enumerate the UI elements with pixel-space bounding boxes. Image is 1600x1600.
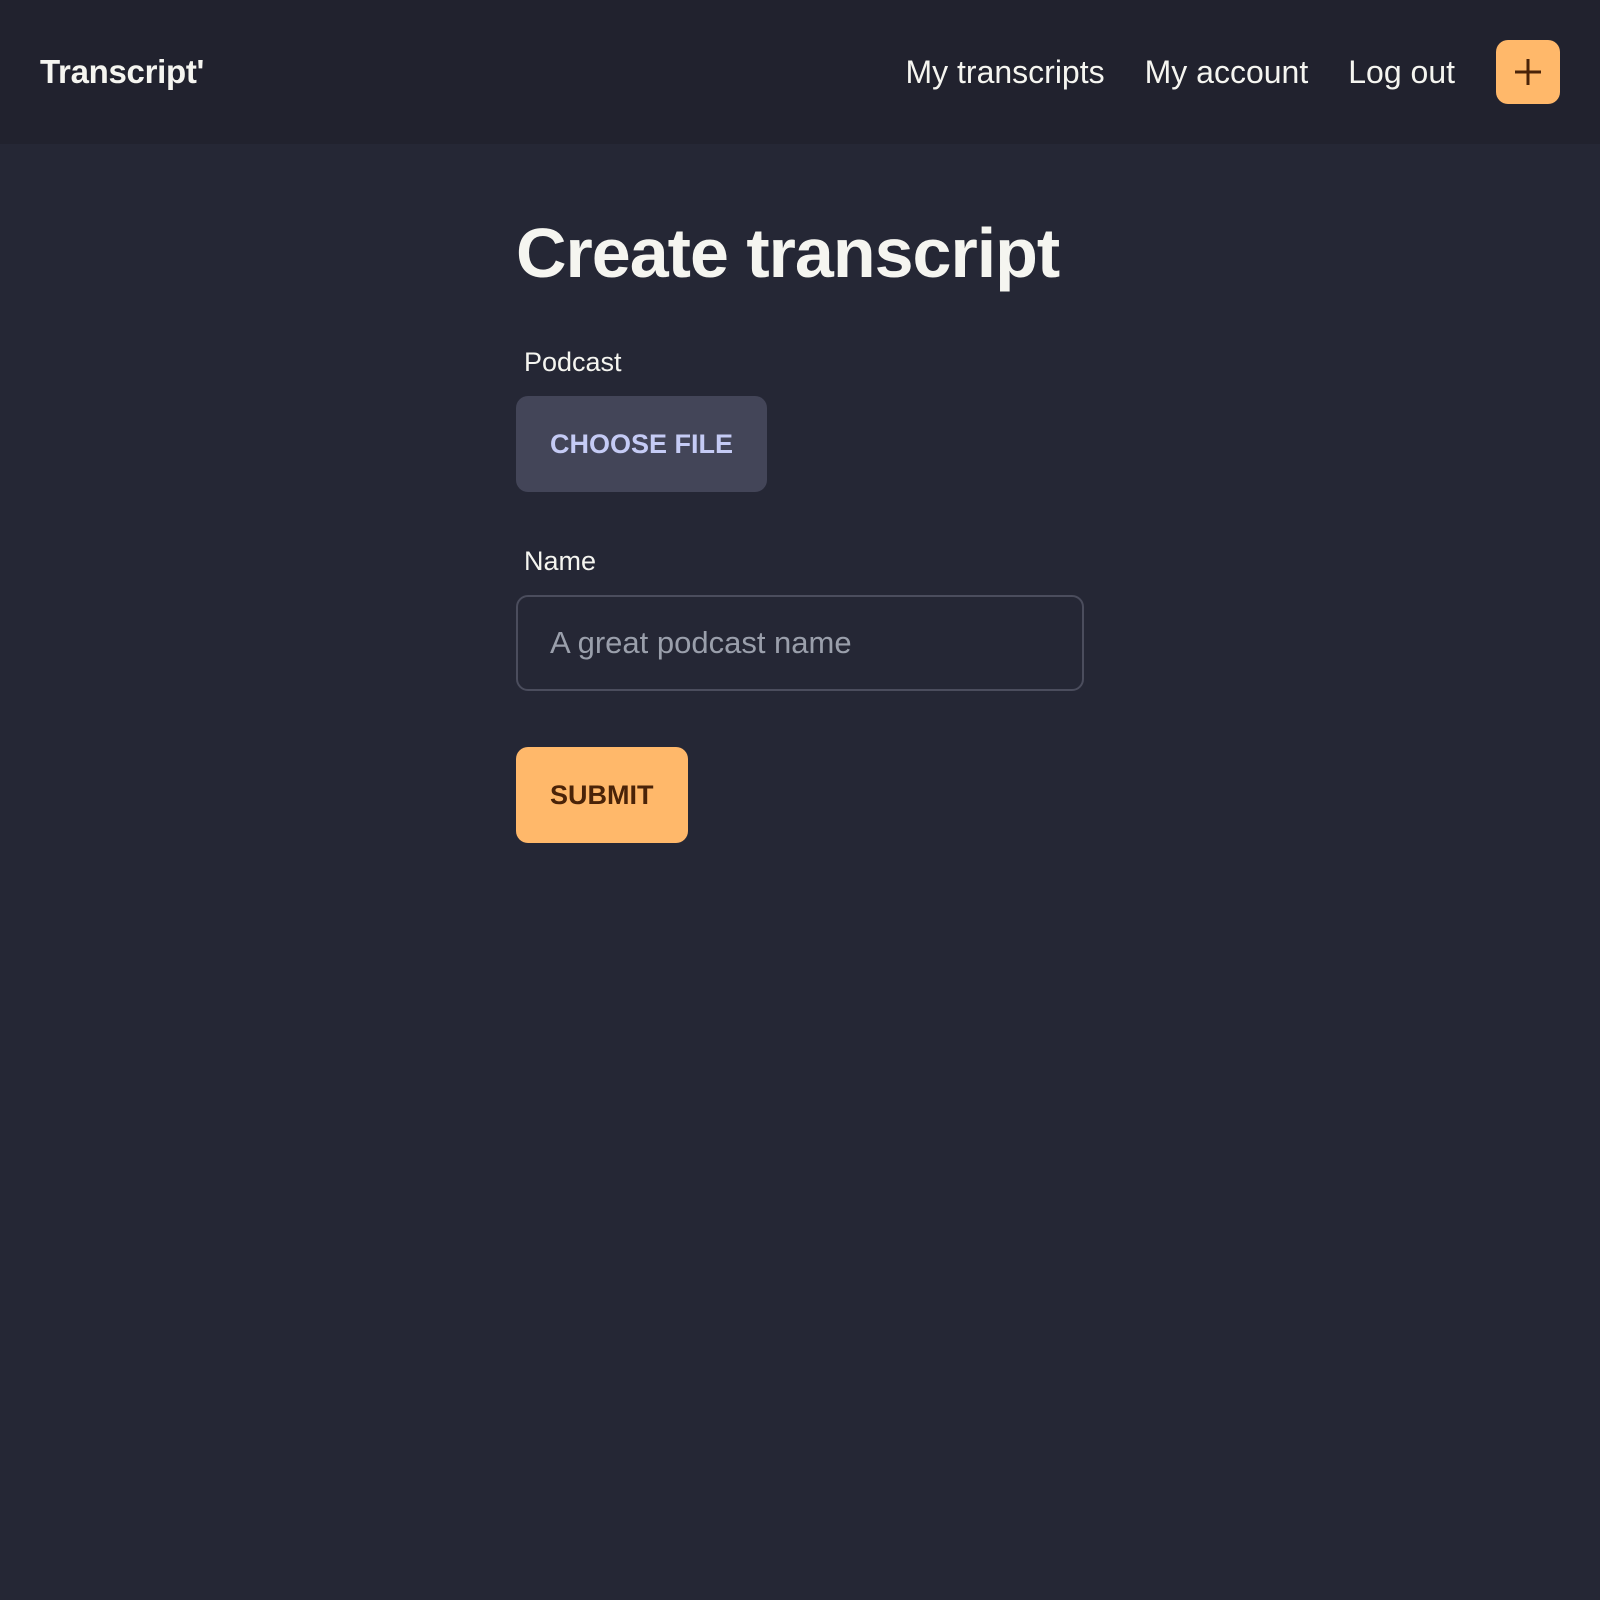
name-input[interactable] [516,595,1084,691]
submit-button[interactable]: SUBMIT [516,747,688,843]
plus-icon [1515,59,1541,85]
nav-link-my-transcripts[interactable]: My transcripts [905,54,1104,91]
name-label: Name [524,546,597,576]
brand-logo[interactable]: Transcript' [40,53,204,91]
choose-file-button[interactable]: CHOOSE FILE [516,396,768,492]
main-content: Create transcript Podcast CHOOSE FILE Na… [516,144,1084,843]
nav-link-my-account[interactable]: My account [1145,54,1309,91]
name-field: Name [516,546,1084,691]
podcast-field: Podcast CHOOSE FILE [516,347,1084,492]
page-title: Create transcript [516,214,1060,292]
podcast-label: Podcast [524,347,622,377]
nav-link-log-out[interactable]: Log out [1348,54,1455,91]
add-transcript-button[interactable] [1496,40,1560,104]
navbar: Transcript' My transcripts My account Lo… [0,0,1600,144]
nav-links: My transcripts My account Log out [865,40,1560,104]
